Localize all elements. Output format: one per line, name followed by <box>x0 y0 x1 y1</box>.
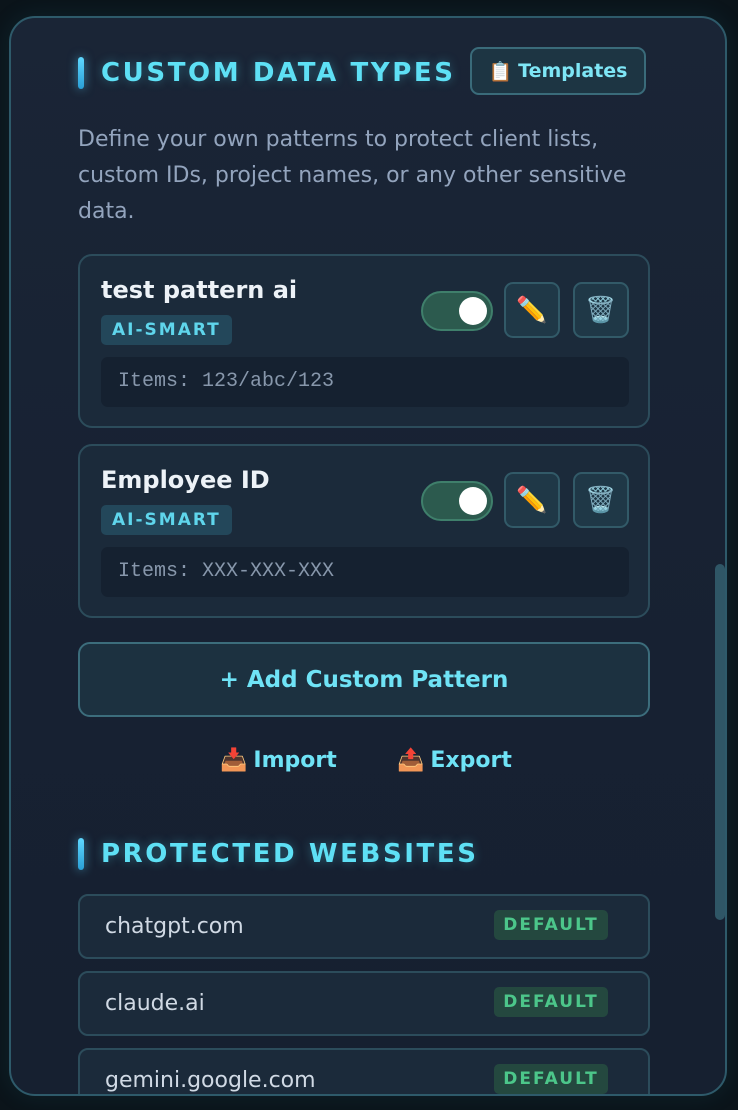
edit-pattern-button[interactable]: ✏️ <box>504 472 560 528</box>
pattern-type-badge: AI-SMART <box>101 315 232 345</box>
export-button[interactable]: 📤 Export <box>397 742 512 778</box>
delete-pattern-button[interactable]: 🗑️ <box>573 472 629 528</box>
toggle-knob <box>459 297 487 325</box>
pencil-icon: ✏️ <box>516 485 548 514</box>
export-label: Export <box>430 747 512 773</box>
import-button[interactable]: 📥 Import <box>220 742 337 778</box>
protected-site-row: claude.ai DEFAULT <box>78 971 650 1036</box>
pattern-type-badge: AI-SMART <box>101 505 232 535</box>
pattern-name: Employee ID <box>101 466 270 494</box>
default-badge: DEFAULT <box>494 987 608 1017</box>
edit-pattern-button[interactable]: ✏️ <box>504 282 560 338</box>
protected-websites-header: PROTECTED WEBSITES <box>78 836 479 872</box>
site-domain: chatgpt.com <box>105 914 244 939</box>
import-label: Import <box>253 747 337 773</box>
templates-button-label: Templates <box>518 60 628 82</box>
panel-scrollbar[interactable] <box>715 564 725 920</box>
custom-data-types-header: CUSTOM DATA TYPES <box>78 55 456 91</box>
trash-icon: 🗑️ <box>585 295 617 324</box>
pattern-enabled-toggle[interactable] <box>421 291 493 331</box>
custom-data-types-title: CUSTOM DATA TYPES <box>101 58 456 88</box>
pencil-icon: ✏️ <box>516 295 548 324</box>
pattern-card: test pattern ai AI-SMART ✏️ 🗑️ Items: 12… <box>78 254 650 428</box>
settings-panel: CUSTOM DATA TYPES 📋 Templates Define you… <box>9 16 727 1096</box>
section-accent-bar <box>78 838 84 870</box>
templates-button[interactable]: 📋 Templates <box>470 47 646 95</box>
toggle-knob <box>459 487 487 515</box>
protected-websites-title: PROTECTED WEBSITES <box>101 839 479 869</box>
custom-data-types-description: Define your own patterns to protect clie… <box>78 127 627 224</box>
site-domain: claude.ai <box>105 991 205 1016</box>
default-badge: DEFAULT <box>494 910 608 940</box>
outbox-tray-icon: 📤 <box>397 747 425 773</box>
site-domain: gemini.google.com <box>105 1068 316 1093</box>
pattern-enabled-toggle[interactable] <box>421 481 493 521</box>
add-custom-pattern-button[interactable]: + Add Custom Pattern <box>78 642 650 717</box>
pattern-items: Items: XXX-XXX-XXX <box>101 547 629 597</box>
pattern-name: test pattern ai <box>101 276 298 304</box>
inbox-tray-icon: 📥 <box>220 747 248 773</box>
trash-icon: 🗑️ <box>585 485 617 514</box>
delete-pattern-button[interactable]: 🗑️ <box>573 282 629 338</box>
pattern-items: Items: 123/abc/123 <box>101 357 629 407</box>
section-accent-bar <box>78 57 84 89</box>
pattern-card: Employee ID AI-SMART ✏️ 🗑️ Items: XXX-XX… <box>78 444 650 618</box>
protected-site-row: chatgpt.com DEFAULT <box>78 894 650 959</box>
protected-site-row: gemini.google.com DEFAULT <box>78 1048 650 1094</box>
default-badge: DEFAULT <box>494 1064 608 1094</box>
clipboard-icon: 📋 <box>488 60 513 83</box>
